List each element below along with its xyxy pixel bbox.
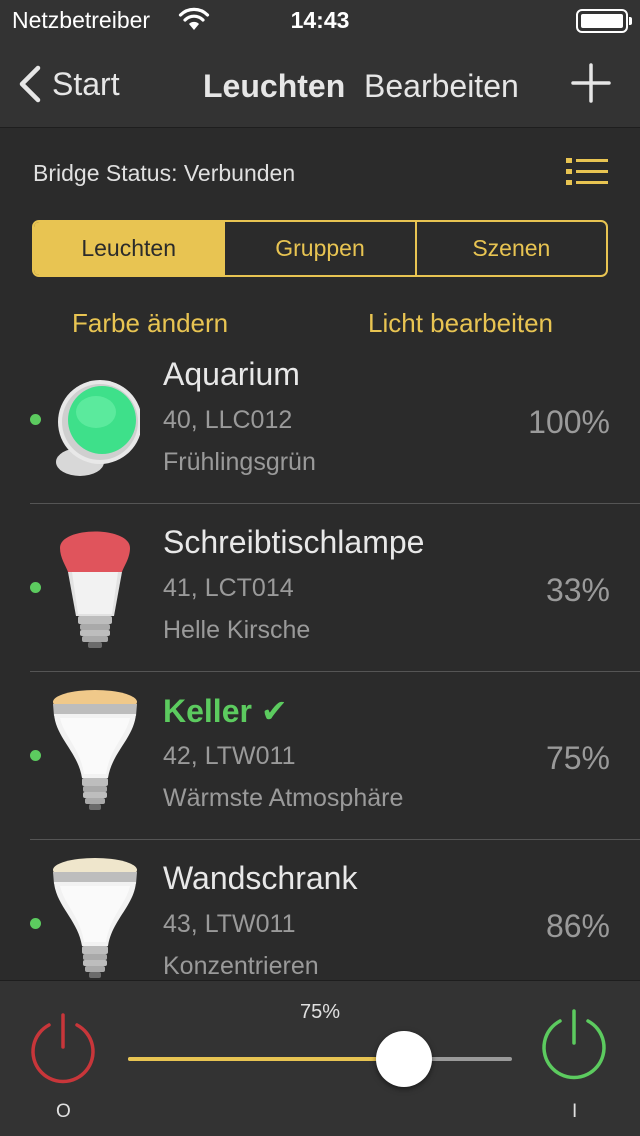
light-name: Keller ✔ [163,693,288,729]
plus-icon[interactable] [570,62,612,104]
light-scene: Konzentrieren [163,952,319,980]
off-label: O [56,1101,71,1122]
slider-thumb[interactable] [376,1031,433,1087]
light-id-model: 40, LLC012 [163,406,293,434]
bottom-control-bar: O 75% I [0,980,640,1136]
battery-icon [576,9,632,33]
light-name: Wandschrank [163,860,358,896]
light-scene: Frühlingsgrün [163,448,316,476]
edit-light-link[interactable]: Licht bearbeiten [368,308,553,339]
list-item[interactable]: Schreibtischlampe 41, LCT014 Helle Kirsc… [0,504,640,672]
light-id-model: 43, LTW011 [163,910,296,938]
light-id-model: 41, LCT014 [163,574,294,602]
light-brightness: 75% [545,740,610,776]
back-label: Start [52,65,120,102]
edit-button[interactable]: Bearbeiten [364,68,519,105]
on-label: I [572,1101,578,1122]
light-brightness: 33% [545,572,610,608]
page-title: Leuchten [203,68,346,104]
light-brightness: 86% [545,908,610,944]
segmented-control: Leuchten Gruppen Szenen [32,220,608,277]
light-id-model: 42, LTW011 [163,742,296,770]
status-dot [30,918,41,929]
clock: 14:43 [290,7,350,33]
light-scene: Wärmste Atmosphäre [163,784,404,812]
tab-gruppen[interactable]: Gruppen [225,222,417,275]
tab-leuchten[interactable]: Leuchten [34,222,226,275]
status-dot [30,414,41,425]
brightness-slider[interactable] [128,1031,512,1087]
br30-flood-bulb-icon [53,858,137,978]
slider-fill [128,1057,405,1061]
tab-szenen[interactable]: Szenen [417,222,606,275]
round-bloom-lamp-icon [56,380,140,476]
list-icon[interactable] [566,158,608,186]
light-brightness: 100% [528,404,610,440]
light-scene: Helle Kirsche [163,616,311,644]
list-item[interactable]: Aquarium 40, LLC012 Frühlingsgrün 100% [0,336,640,504]
a19-bulb-icon [60,531,130,648]
list-item[interactable]: Wandschrank 43, LTW011 Konzentrieren 86% [0,840,640,980]
light-list: Aquarium 40, LLC012 Frühlingsgrün 100% S… [0,336,640,980]
power-on-icon[interactable] [536,1007,612,1083]
status-dot [30,750,41,761]
br30-flood-bulb-icon [53,690,137,810]
chevron-left-icon [19,65,41,103]
navigation-bar: Start Leuchten Bearbeiten [0,40,640,128]
light-name: Schreibtischlampe [163,524,425,560]
status-bar: Netzbetreiber 14:43 [0,0,640,40]
status-dot [30,582,41,593]
light-name: Aquarium [163,356,300,392]
back-button[interactable]: Start [14,62,120,106]
list-item[interactable]: Keller ✔ 42, LTW011 Wärmste Atmosphäre 7… [0,672,640,840]
change-color-link[interactable]: Farbe ändern [72,308,228,339]
bridge-status: Bridge Status: Verbunden [33,160,296,186]
